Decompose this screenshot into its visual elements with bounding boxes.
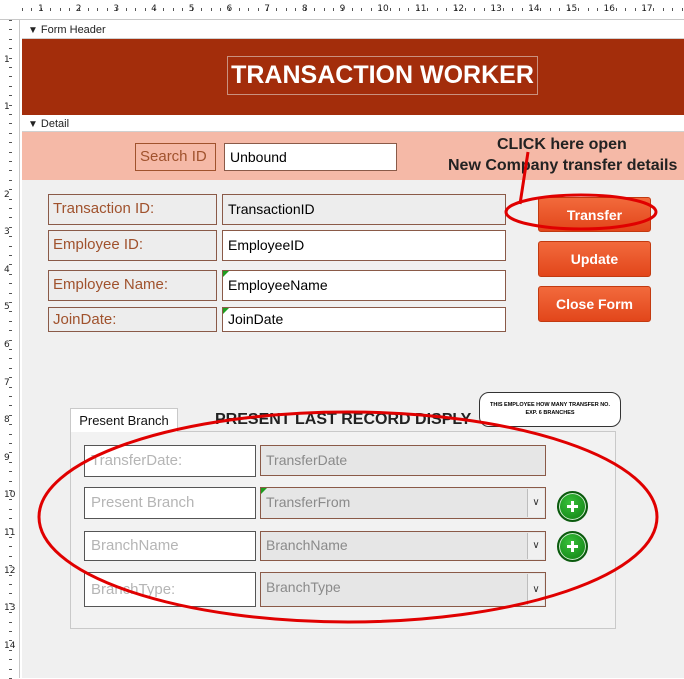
transfer-highlight-circle bbox=[504, 193, 658, 231]
annotation-overlay bbox=[37, 151, 659, 624]
annotation-pointer-line bbox=[518, 151, 530, 205]
present-branch-highlight-circle bbox=[37, 410, 659, 624]
